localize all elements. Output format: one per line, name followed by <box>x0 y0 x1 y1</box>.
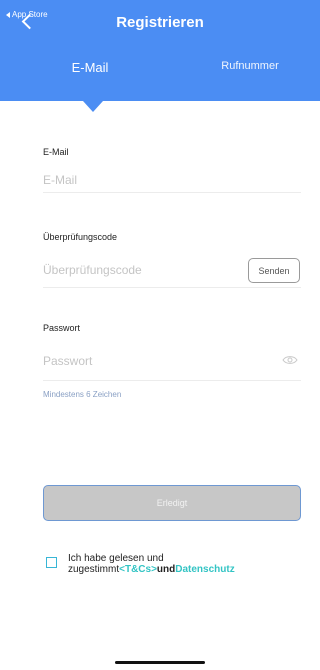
terms-line2: zugestimmt<T&Cs>undDatenschutz <box>68 564 298 575</box>
home-indicator <box>115 661 205 664</box>
terms-agreed-text: zugestimmt <box>68 564 120 575</box>
send-code-button[interactable]: Senden <box>248 258 300 283</box>
tab-phone[interactable]: Rufnummer <box>200 60 300 72</box>
password-divider <box>43 380 301 381</box>
tc-link[interactable]: <T&Cs> <box>119 564 157 575</box>
password-input[interactable]: Passwort <box>43 354 92 368</box>
privacy-link[interactable]: Datenschutz <box>175 564 234 575</box>
done-button[interactable]: Erledigt <box>43 485 301 521</box>
email-divider <box>43 192 301 193</box>
code-divider <box>43 287 301 288</box>
terms-und: und <box>156 564 176 575</box>
password-label: Passwort <box>43 323 81 333</box>
page-title: Registrieren <box>116 14 204 31</box>
tab-email[interactable]: E-Mail <box>40 60 140 75</box>
eye-icon[interactable] <box>282 355 298 365</box>
active-tab-indicator <box>83 101 103 112</box>
email-input[interactable]: E-Mail <box>43 173 77 187</box>
email-label: E-Mail <box>43 147 69 157</box>
terms-line1: Ich habe gelesen und <box>68 553 164 564</box>
header-bar: App Store Registrieren E-Mail Rufnummer <box>0 0 320 101</box>
code-label: Überprüfungscode <box>43 232 118 242</box>
password-hint: Mindestens 6 Zeichen <box>43 390 122 399</box>
terms-text: Ich habe gelesen und zugestimmt<T&Cs>und… <box>68 553 298 575</box>
terms-checkbox[interactable] <box>46 557 57 568</box>
code-input[interactable]: Überprüfungscode <box>43 263 142 277</box>
